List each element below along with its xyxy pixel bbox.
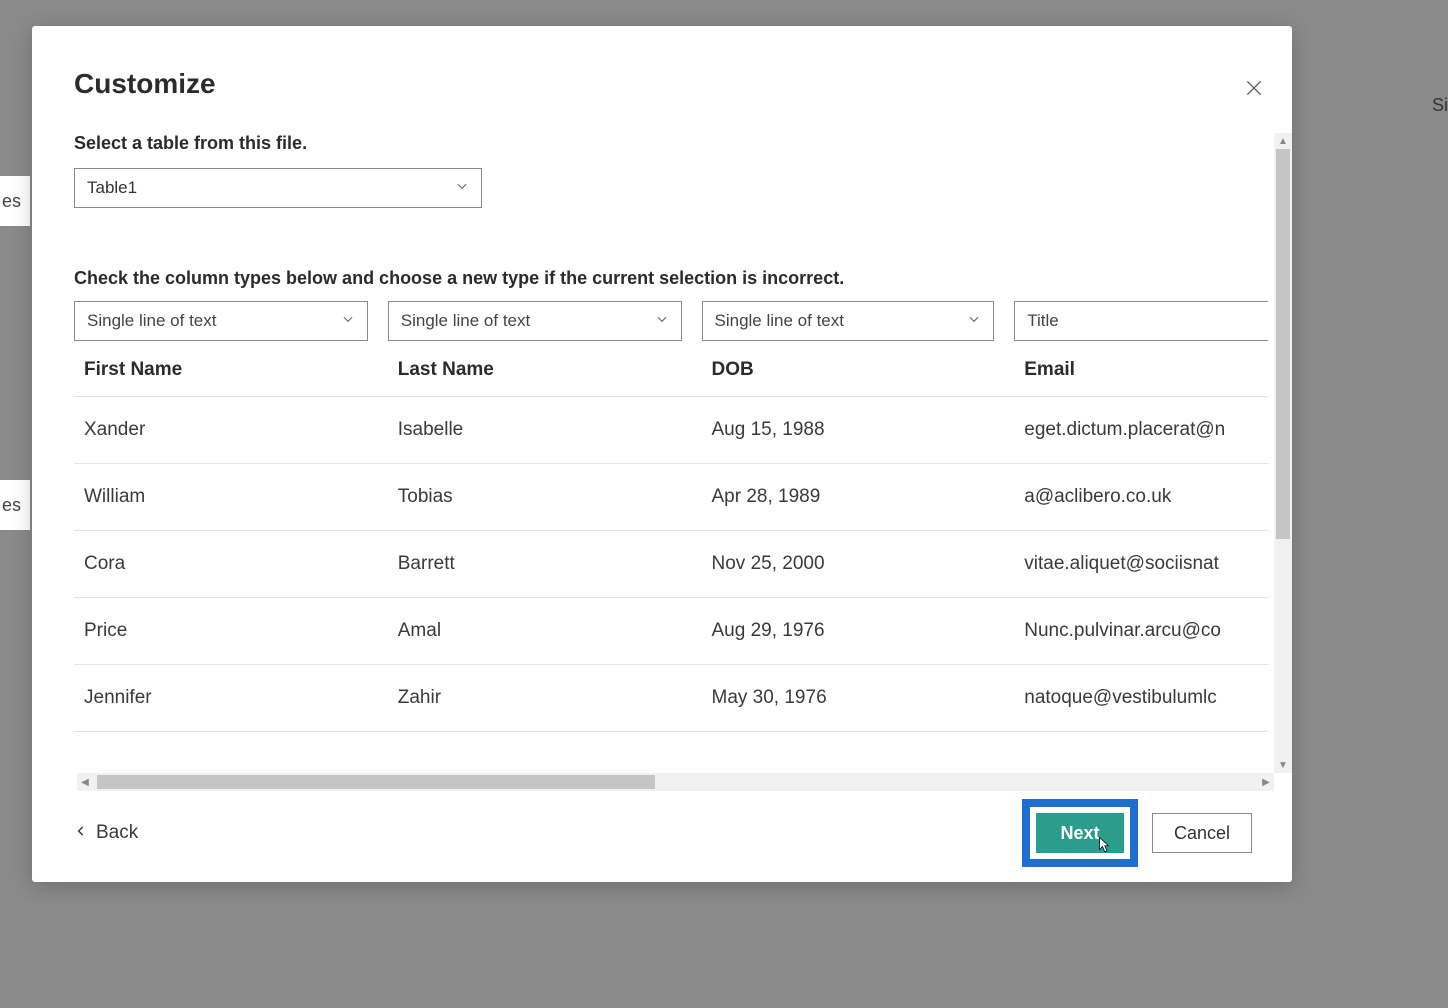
cell-email: a@aclibero.co.uk (1014, 486, 1268, 508)
cell-email: Nunc.pulvinar.arcu@co (1014, 620, 1268, 642)
cell-first-name: William (74, 486, 388, 508)
vertical-scrollbar-thumb[interactable] (1276, 149, 1290, 539)
table-select-value: Table1 (87, 178, 137, 198)
table-header-row: First Name Last Name DOB Email (74, 343, 1268, 397)
column-type-select-3[interactable]: Single line of text (702, 301, 995, 341)
cell-first-name: Xander (74, 419, 388, 441)
chevron-down-icon (341, 311, 355, 331)
header-last-name: Last Name (388, 359, 702, 381)
table-row[interactable]: Xander Isabelle Aug 15, 1988 eget.dictum… (74, 397, 1268, 464)
background-partial-text-right: Si (1428, 95, 1448, 116)
cell-email: natoque@vestibulumlc (1014, 687, 1268, 709)
footer-actions: Next Cancel (1022, 799, 1252, 867)
horizontal-scrollbar[interactable]: ◀ ▶ (77, 773, 1274, 791)
next-button-highlight: Next (1022, 799, 1138, 867)
chevron-left-icon (74, 822, 88, 844)
table-row[interactable]: Cora Barrett Nov 25, 2000 vitae.aliquet@… (74, 531, 1268, 598)
column-type-value: Title (1027, 311, 1059, 331)
cell-first-name: Jennifer (74, 687, 388, 709)
table-row[interactable]: Jennifer Zahir May 30, 1976 natoque@vest… (74, 665, 1268, 732)
column-type-value: Single line of text (715, 311, 844, 331)
column-type-value: Single line of text (87, 311, 216, 331)
modal-header: Customize (74, 68, 1292, 103)
table-row[interactable]: Price Amal Aug 29, 1976 Nunc.pulvinar.ar… (74, 598, 1268, 665)
header-dob: DOB (702, 359, 1015, 381)
cell-email: vitae.aliquet@sociisnat (1014, 553, 1268, 575)
chevron-down-icon (455, 178, 469, 198)
modal-body: Select a table from this file. Table1 Ch… (74, 133, 1292, 794)
modal-title: Customize (74, 68, 216, 100)
cell-last-name: Amal (388, 620, 702, 642)
scroll-up-icon[interactable]: ▲ (1274, 133, 1292, 149)
scroll-left-icon[interactable]: ◀ (77, 773, 93, 791)
cell-dob: Apr 28, 1989 (702, 486, 1015, 508)
column-types-hint: Check the column types below and choose … (74, 268, 1268, 289)
column-type-value: Single line of text (401, 311, 530, 331)
cell-last-name: Isabelle (388, 419, 702, 441)
column-type-select-1[interactable]: Single line of text (74, 301, 368, 341)
back-label: Back (96, 822, 138, 844)
cell-dob: Nov 25, 2000 (702, 553, 1015, 575)
horizontal-scrollbar-thumb[interactable] (97, 775, 655, 789)
header-email: Email (1014, 359, 1268, 381)
chevron-down-icon (655, 311, 669, 331)
column-type-select-2[interactable]: Single line of text (388, 301, 682, 341)
table-select[interactable]: Table1 (74, 168, 482, 208)
cell-last-name: Tobias (388, 486, 702, 508)
column-type-select-4[interactable]: Title (1014, 301, 1268, 341)
select-table-label: Select a table from this file. (74, 133, 1268, 154)
cell-email: eget.dictum.placerat@n (1014, 419, 1268, 441)
header-first-name: First Name (74, 359, 388, 381)
cell-dob: Aug 15, 1988 (702, 419, 1015, 441)
back-button[interactable]: Back (74, 822, 138, 844)
table-row[interactable]: William Tobias Apr 28, 1989 a@aclibero.c… (74, 464, 1268, 531)
close-icon[interactable] (1244, 78, 1264, 103)
cancel-button[interactable]: Cancel (1152, 813, 1252, 853)
background-row-snippet: es (0, 176, 30, 226)
chevron-down-icon (967, 311, 981, 331)
scroll-right-icon[interactable]: ▶ (1258, 773, 1274, 791)
next-button[interactable]: Next (1036, 813, 1124, 853)
cell-last-name: Barrett (388, 553, 702, 575)
column-type-row: Single line of text Single line of text … (74, 301, 1268, 341)
vertical-scrollbar[interactable]: ▲ ▼ (1274, 133, 1292, 773)
background-row-snippet: es (0, 480, 30, 530)
cell-last-name: Zahir (388, 687, 702, 709)
customize-modal: Customize Select a table from this file.… (32, 26, 1292, 882)
cell-dob: Aug 29, 1976 (702, 620, 1015, 642)
cell-dob: May 30, 1976 (702, 687, 1015, 709)
cell-first-name: Cora (74, 553, 388, 575)
modal-footer: Back Next Cancel (74, 794, 1292, 882)
scroll-down-icon[interactable]: ▼ (1274, 757, 1292, 773)
cell-first-name: Price (74, 620, 388, 642)
